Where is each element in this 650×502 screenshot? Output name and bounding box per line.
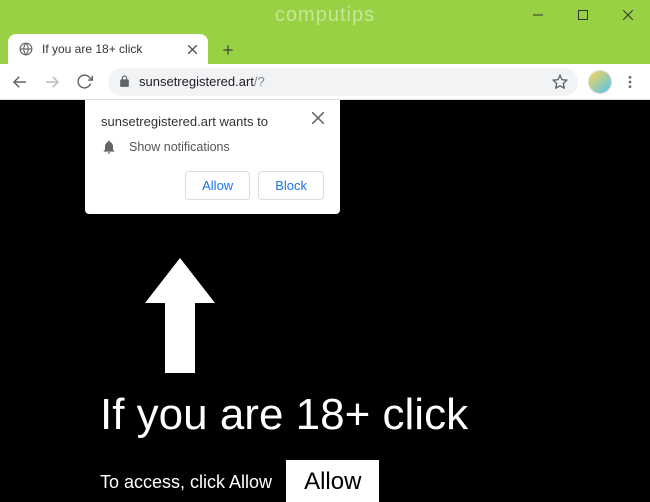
page-headline: If you are 18+ click <box>100 390 468 440</box>
window-titlebar: computips <box>0 0 650 30</box>
bell-icon <box>101 139 117 155</box>
address-bar[interactable]: sunsetregistered.art/? <box>108 68 578 96</box>
new-tab-button[interactable] <box>214 36 242 64</box>
permission-label: Show notifications <box>129 140 230 154</box>
popup-title: sunsetregistered.art wants to <box>101 114 268 129</box>
star-icon <box>552 74 568 90</box>
lock-icon <box>118 75 131 88</box>
browser-menu-button[interactable] <box>616 68 644 96</box>
close-icon <box>188 45 197 54</box>
bookmark-button[interactable] <box>552 74 568 90</box>
popup-close-button[interactable] <box>312 112 324 126</box>
allow-button[interactable]: Allow <box>185 171 250 200</box>
subline-row: To access, click Allow Allow <box>100 460 379 502</box>
close-icon <box>623 10 633 20</box>
url-text: sunsetregistered.art/? <box>139 74 544 89</box>
tab-title: If you are 18+ click <box>42 42 176 56</box>
minimize-button[interactable] <box>515 0 560 30</box>
close-window-button[interactable] <box>605 0 650 30</box>
url-path: /? <box>254 74 265 89</box>
notification-permission-popup: sunsetregistered.art wants to Show notif… <box>85 100 340 214</box>
back-button[interactable] <box>6 68 34 96</box>
tab-strip: If you are 18+ click <box>0 30 650 64</box>
arrow-left-icon <box>11 73 29 91</box>
fake-allow-button[interactable]: Allow <box>286 460 379 502</box>
page-content: sunsetregistered.art wants to Show notif… <box>0 100 650 502</box>
forward-button[interactable] <box>38 68 66 96</box>
profile-avatar[interactable] <box>588 70 612 94</box>
dots-vertical-icon <box>622 74 638 90</box>
minimize-icon <box>533 10 543 20</box>
reload-icon <box>76 73 93 90</box>
arrow-up-graphic <box>140 258 220 383</box>
watermark-text: computips <box>275 4 375 27</box>
block-button[interactable]: Block <box>258 171 324 200</box>
reload-button[interactable] <box>70 68 98 96</box>
browser-toolbar: sunsetregistered.art/? <box>0 64 650 100</box>
plus-icon <box>221 43 235 57</box>
globe-icon <box>18 41 34 57</box>
page-subline: To access, click Allow <box>100 472 272 493</box>
arrow-right-icon <box>43 73 61 91</box>
tab-close-button[interactable] <box>184 41 200 57</box>
maximize-button[interactable] <box>560 0 605 30</box>
window-controls <box>515 0 650 30</box>
close-icon <box>312 112 324 124</box>
url-host: sunsetregistered.art <box>139 74 254 89</box>
browser-tab[interactable]: If you are 18+ click <box>8 34 208 64</box>
maximize-icon <box>578 10 588 20</box>
